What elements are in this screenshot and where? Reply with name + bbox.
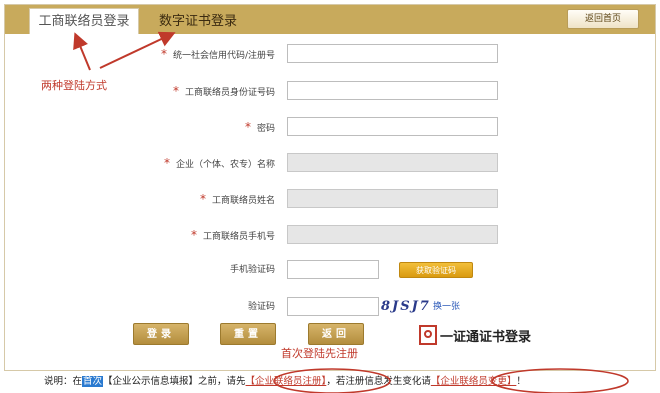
label-text: 企业（个体、农专）名称 bbox=[175, 160, 275, 170]
change-link[interactable]: 【企业联络员变更】 bbox=[431, 376, 517, 387]
required-star: * bbox=[172, 84, 179, 98]
label-text: 工商联络员姓名 bbox=[211, 196, 275, 206]
id-number-input[interactable] bbox=[287, 81, 498, 100]
home-button[interactable]: 返回首页 bbox=[567, 9, 639, 29]
sms-code-input[interactable] bbox=[287, 260, 379, 279]
captcha-input[interactable] bbox=[287, 297, 379, 316]
field-row-company-name: * 企业（个体、农专）名称 bbox=[5, 153, 655, 173]
field-label: * 工商联络员身份证号码 bbox=[173, 81, 275, 101]
refresh-captcha-link[interactable]: 换一张 bbox=[433, 297, 460, 317]
required-star: * bbox=[199, 192, 206, 206]
login-panel: 工商联络员登录 数字证书登录 返回首页 * 统一社会信用代码/注册号 * 工商联络员… bbox=[4, 4, 656, 371]
reset-button[interactable]: 重置 bbox=[220, 323, 276, 345]
field-row-password: * 密码 bbox=[5, 117, 655, 137]
certificate-icon bbox=[419, 325, 437, 345]
field-row-sms-code: 手机验证码 获取验证码 bbox=[5, 260, 655, 280]
tab-contact-login[interactable]: 工商联络员登录 bbox=[29, 8, 139, 34]
annotation-register-first: 首次登陆先注册 bbox=[281, 347, 358, 360]
field-label: * 企业（个体、农专）名称 bbox=[164, 153, 275, 173]
field-label: * 密码 bbox=[245, 117, 275, 137]
login-button[interactable]: 登录 bbox=[133, 323, 189, 345]
footer-prefix: 说明：在 bbox=[44, 376, 83, 387]
sms-code-label: 手机验证码 bbox=[229, 265, 275, 275]
annotation-login-methods: 两种登陆方式 bbox=[41, 79, 107, 92]
label-text: 工商联络员身份证号码 bbox=[184, 88, 275, 98]
required-star: * bbox=[160, 47, 167, 61]
field-row-contact-name: * 工商联络员姓名 bbox=[5, 189, 655, 209]
contact-name-input bbox=[287, 189, 498, 208]
contact-phone-input bbox=[287, 225, 498, 244]
footer-highlight: 首次 bbox=[82, 376, 104, 387]
label-text: 统一社会信用代码/注册号 bbox=[172, 51, 275, 61]
field-row-captcha: 验证码 8JSJ7 换一张 bbox=[5, 297, 655, 317]
header-bar: 工商联络员登录 数字证书登录 返回首页 bbox=[5, 5, 655, 34]
cert-login-link[interactable]: 一证通证书登录 bbox=[419, 323, 531, 347]
field-label: * 统一社会信用代码/注册号 bbox=[161, 44, 275, 64]
password-input[interactable] bbox=[287, 117, 498, 136]
footer-suffix: ！ bbox=[516, 376, 526, 387]
footer-mid1: 【企业公示信息填报】之前，请先 bbox=[103, 376, 246, 387]
tab-cert-login[interactable]: 数字证书登录 bbox=[159, 8, 259, 34]
required-star: * bbox=[190, 228, 197, 242]
field-label: * 工商联络员姓名 bbox=[200, 189, 275, 209]
register-link[interactable]: 【企业联络员注册】 bbox=[246, 376, 327, 387]
footer-note: 说明：在首次【企业公示信息填报】之前，请先【企业联络员注册】，若注册信息发生变化… bbox=[0, 373, 660, 393]
label-text: 密码 bbox=[256, 124, 275, 134]
get-sms-code-button[interactable]: 获取验证码 bbox=[399, 262, 473, 278]
field-row-credit-code: * 统一社会信用代码/注册号 bbox=[5, 44, 655, 64]
captcha-label: 验证码 bbox=[247, 302, 275, 312]
company-name-input bbox=[287, 153, 498, 172]
required-star: * bbox=[163, 156, 170, 170]
credit-code-input[interactable] bbox=[287, 44, 498, 63]
back-button[interactable]: 返回 bbox=[308, 323, 364, 345]
label-text: 工商联络员手机号 bbox=[202, 232, 275, 242]
cert-login-text: 一证通证书登录 bbox=[440, 329, 532, 345]
captcha-image[interactable]: 8JSJ7 bbox=[381, 297, 431, 317]
field-label: * 工商联络员手机号 bbox=[191, 225, 275, 245]
field-row-contact-phone: * 工商联络员手机号 bbox=[5, 225, 655, 245]
required-star: * bbox=[244, 120, 251, 134]
footer-mid2: ，若注册信息发生变化请 bbox=[326, 376, 431, 387]
